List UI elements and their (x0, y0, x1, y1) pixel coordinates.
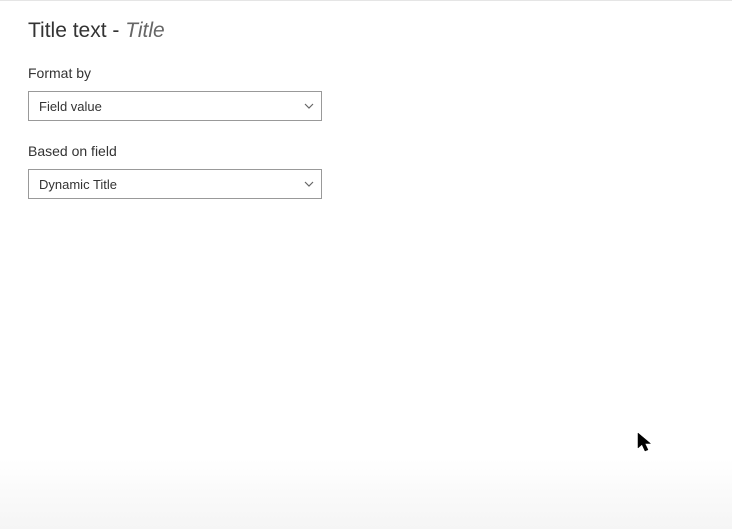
based-on-field-select[interactable] (28, 169, 322, 199)
dialog-content: Title text - Title Format by Based on fi… (0, 1, 732, 239)
based-on-field-select-wrap (28, 169, 322, 199)
format-by-select-wrap (28, 91, 322, 121)
page-title: Title text - Title (28, 19, 704, 43)
page-title-suffix: Title (125, 19, 165, 42)
bottom-fade (0, 459, 732, 529)
format-by-group: Format by (28, 65, 704, 121)
based-on-field-group: Based on field (28, 143, 704, 199)
format-by-select[interactable] (28, 91, 322, 121)
based-on-field-label: Based on field (28, 143, 704, 159)
cursor-icon (637, 432, 653, 454)
format-by-label: Format by (28, 65, 704, 81)
page-title-prefix: Title text - (28, 19, 125, 42)
